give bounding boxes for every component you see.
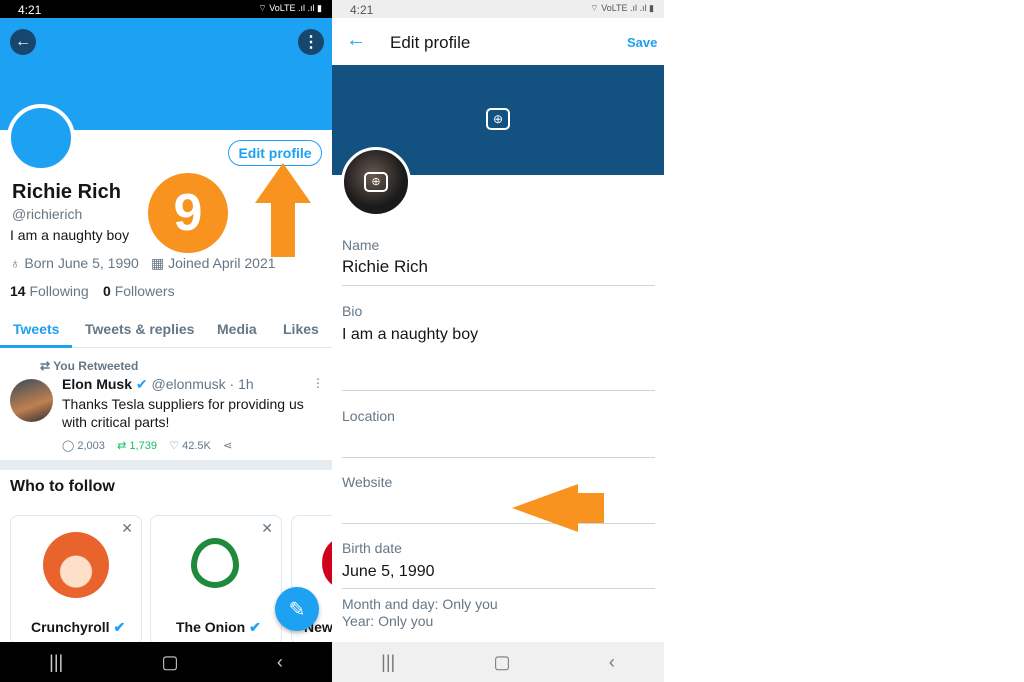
tab-indicator (0, 345, 72, 348)
tweet-actions: ◯ 2,003 ⇄ 1,739 ♡ 42.5K ⋖ (62, 439, 232, 452)
year-privacy[interactable]: Year: Only you (342, 613, 433, 629)
tweet-text-line: with critical parts! (62, 414, 170, 430)
verified-icon: ✔ (113, 619, 126, 635)
back-button[interactable]: ← (10, 29, 36, 55)
recents-button[interactable]: ||| (49, 652, 63, 673)
card-avatar (322, 538, 332, 588)
status-time: 4:21 (18, 3, 42, 17)
avatar[interactable] (7, 104, 75, 172)
balloon-icon: ♁ (10, 255, 21, 271)
status-bar: 4:21 ⌔ VoLTE .ıl .ıl ▮ (332, 0, 664, 18)
tweet-author[interactable]: Elon Musk (62, 376, 132, 392)
save-button[interactable]: Save (627, 35, 657, 50)
profile-bio: I am a naughty boy (10, 227, 130, 243)
bio-underline (342, 390, 655, 391)
tweet-avatar[interactable] (10, 379, 53, 422)
home-button[interactable]: ▢ (494, 652, 511, 673)
android-nav-bar: ||| ▢ ‹ (0, 642, 332, 682)
tweet-text: Thanks Tesla suppliers for providing us w… (62, 395, 304, 431)
following-count: 14 (10, 283, 26, 299)
page-title: Edit profile (390, 33, 471, 52)
close-icon[interactable]: ✕ (121, 520, 133, 537)
born-text: Born June 5, 1990 (24, 255, 139, 271)
back-arrow-icon[interactable]: ← (346, 29, 366, 52)
website-underline (342, 523, 655, 524)
tweet-menu-icon[interactable]: ⋮ (312, 376, 324, 390)
status-time: 4:21 (350, 3, 374, 17)
android-nav-bar: ||| ▢ ‹ (332, 642, 664, 682)
card-name: Crunchyroll (31, 619, 110, 635)
followers-count: 0 (103, 283, 111, 299)
profile-joined: ▦ Joined April 2021 (151, 255, 276, 272)
like-count: 42.5K (182, 440, 211, 452)
reply-button[interactable]: ◯ 2,003 (62, 440, 105, 452)
back-nav-button[interactable]: ‹ (277, 652, 283, 673)
home-button[interactable]: ▢ (162, 652, 179, 673)
followers-link[interactable]: 0 Followers (103, 283, 175, 299)
step-number-badge: 9 (148, 173, 228, 253)
bio-input[interactable]: I am a naughty boy (342, 326, 478, 344)
profile-screen: 4:21 ⌔ VoLTE .ıl .ıl ▮ ← ⋮ Edit profile … (0, 0, 332, 682)
tab-media[interactable]: Media (217, 321, 257, 337)
birth-date-underline (342, 588, 655, 589)
more-options-button[interactable]: ⋮ (298, 29, 324, 55)
crunchyroll-avatar (43, 532, 109, 598)
arrow-left-annotation (512, 484, 604, 532)
status-icons: ⌔ VoLTE .ıl .ıl ▮ (590, 3, 654, 13)
compose-tweet-button[interactable]: ✎ (275, 587, 319, 631)
back-nav-button[interactable]: ‹ (609, 652, 615, 673)
following-link[interactable]: 14 Following (10, 283, 89, 299)
name-input[interactable]: Richie Rich (342, 257, 428, 277)
name-underline (342, 285, 655, 286)
retweet-count: 1,739 (129, 440, 157, 452)
like-button[interactable]: ♡ 42.5K (169, 440, 211, 452)
tweet-text-line: Thanks Tesla suppliers for providing us (62, 396, 304, 412)
birth-date-label: Birth date (342, 540, 402, 556)
camera-icon[interactable]: ⊕ (486, 108, 510, 130)
location-input[interactable] (342, 425, 655, 455)
tweet[interactable]: ⇄ You Retweeted Elon Musk ✔ @elonmusk · … (0, 355, 332, 460)
camera-icon: ⊕ (364, 172, 388, 192)
retweet-button[interactable]: ⇄ 1,739 (117, 440, 157, 452)
joined-text: Joined April 2021 (168, 255, 276, 271)
reply-count: 2,003 (77, 440, 105, 452)
edit-profile-screen: 4:21 ⌔ VoLTE .ıl .ıl ▮ ← Edit profile Sa… (332, 0, 664, 682)
who-to-follow-title: Who to follow (10, 478, 115, 495)
month-day-privacy[interactable]: Month and day: Only you (342, 596, 498, 612)
tab-likes[interactable]: Likes (283, 321, 319, 337)
retweet-label: You Retweeted (53, 359, 139, 373)
tweet-handle: @elonmusk · 1h (151, 376, 254, 392)
followers-label: Followers (114, 283, 175, 299)
section-divider (0, 460, 332, 470)
location-label: Location (342, 408, 395, 424)
avatar-upload[interactable]: ⊕ (341, 147, 411, 217)
bio-label: Bio (342, 303, 363, 319)
following-label: Following (29, 283, 89, 299)
follow-card-the-onion[interactable]: ✕ The Onion ✔ (150, 515, 282, 645)
retweet-icon: ⇄ (40, 359, 51, 373)
follow-card-crunchyroll[interactable]: ✕ Crunchyroll ✔ (10, 515, 142, 645)
website-input[interactable] (342, 492, 655, 522)
verified-icon: ✔ (135, 376, 148, 392)
location-underline (342, 457, 655, 458)
close-icon[interactable]: ✕ (261, 520, 273, 537)
profile-handle: @richierich (12, 206, 83, 222)
tab-tweets-replies[interactable]: Tweets & replies (85, 321, 194, 337)
profile-born: ♁ Born June 5, 1990 (10, 255, 139, 271)
website-label: Website (342, 474, 393, 490)
arrow-up-annotation (255, 163, 311, 257)
status-bar: 4:21 ⌔ VoLTE .ıl .ıl ▮ (0, 0, 332, 18)
tab-tweets[interactable]: Tweets (13, 321, 59, 337)
share-icon[interactable]: ⋖ (223, 440, 232, 452)
verified-icon: ✔ (249, 619, 261, 635)
onion-logo (191, 538, 239, 588)
profile-name: Richie Rich (12, 181, 121, 203)
birth-date-input[interactable]: June 5, 1990 (342, 563, 435, 581)
card-name: The Onion (176, 619, 246, 635)
calendar-icon: ▦ (151, 255, 165, 271)
name-label: Name (342, 237, 380, 253)
recents-button[interactable]: ||| (381, 652, 395, 673)
status-icons: ⌔ VoLTE .ıl .ıl ▮ (258, 3, 322, 13)
